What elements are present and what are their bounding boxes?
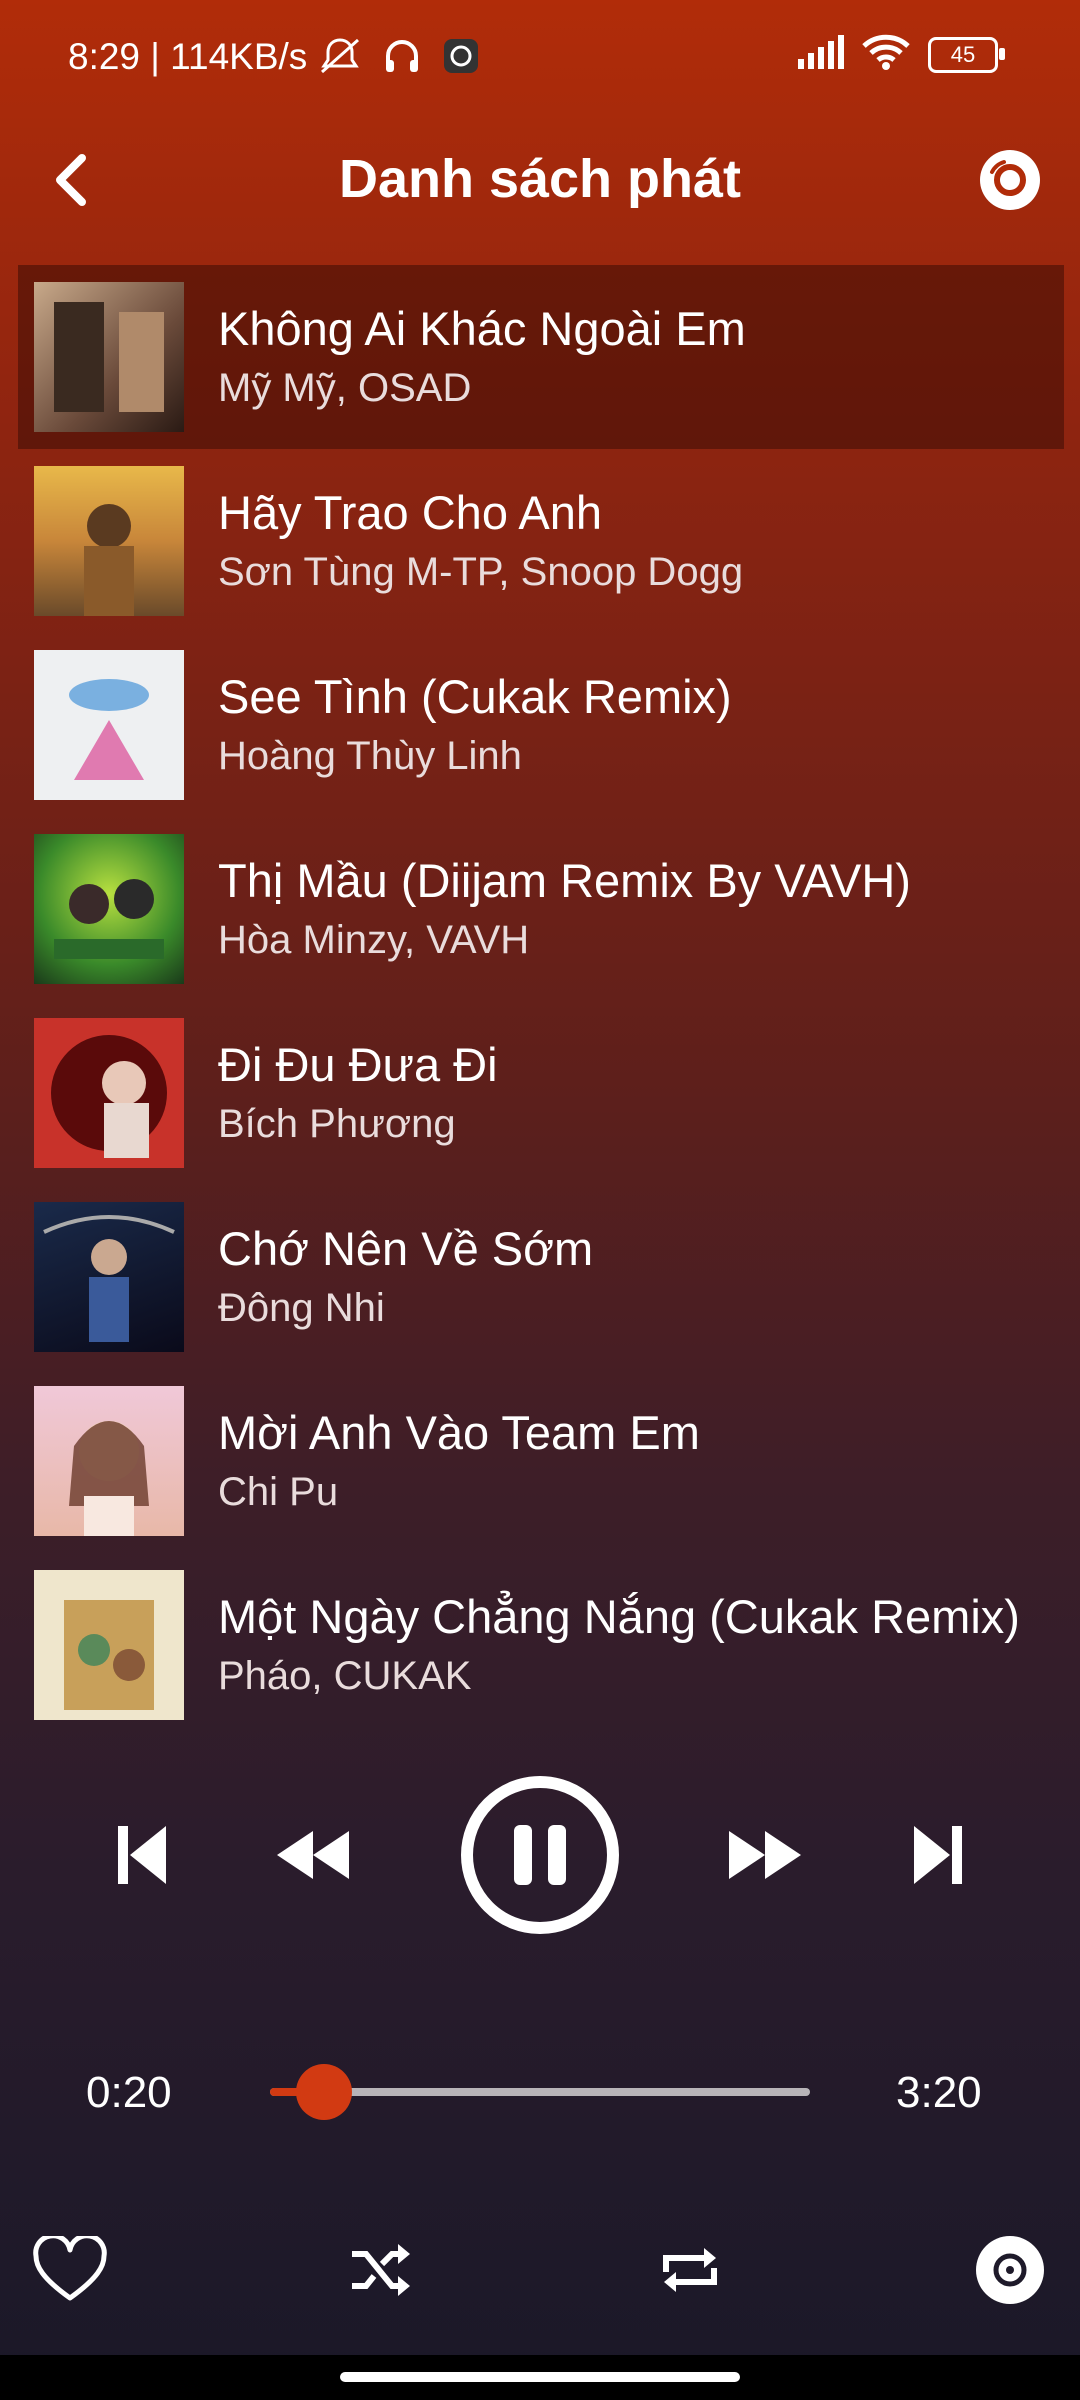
status-icons-right: 45 bbox=[796, 34, 1005, 75]
album-cover bbox=[34, 1018, 184, 1168]
song-artist: Pháo, CUKAK bbox=[218, 1654, 472, 1698]
disc-icon bbox=[980, 150, 1040, 210]
bottom-bar bbox=[0, 2220, 1080, 2330]
song-artist: Mỹ Mỹ, OSAD bbox=[218, 366, 472, 410]
album-cover bbox=[34, 650, 184, 800]
current-time: 0:20 bbox=[86, 2068, 172, 2117]
song-artist: Hoàng Thùy Linh bbox=[218, 734, 522, 778]
song-meta: Chớ Nên Về Sớm Đông Nhi bbox=[218, 1220, 593, 1334]
signal-icon bbox=[796, 35, 844, 74]
camera-icon bbox=[442, 37, 480, 80]
song-title: Chớ Nên Về Sớm bbox=[218, 1222, 594, 1275]
playlist-row[interactable]: Hãy Trao Cho Anh Sơn Tùng M-TP, Snoop Do… bbox=[18, 449, 1064, 633]
album-cover bbox=[34, 1202, 184, 1352]
repeat-icon bbox=[663, 2248, 717, 2292]
status-icons-left bbox=[318, 36, 480, 81]
fast-forward-icon bbox=[729, 1831, 801, 1879]
status-bar: 8:29 | 114KB/s 45 bbox=[0, 0, 1080, 120]
song-title: Đi Đu Đưa Đi bbox=[218, 1038, 498, 1091]
wifi-icon bbox=[862, 34, 910, 75]
album-cover bbox=[34, 1570, 184, 1720]
seek-track[interactable] bbox=[270, 2064, 810, 2120]
song-title: Không Ai Khác Ngoài Em bbox=[218, 302, 746, 355]
skip-previous-icon bbox=[118, 1826, 166, 1884]
song-meta: Đi Đu Đưa Đi Bích Phương bbox=[218, 1036, 498, 1150]
shuffle-icon bbox=[352, 2244, 410, 2296]
headphones-icon bbox=[382, 36, 422, 81]
song-meta: See Tình (Cukak Remix) Hoàng Thùy Linh bbox=[218, 668, 732, 782]
song-title: Mời Anh Vào Team Em bbox=[218, 1406, 700, 1459]
status-time: 8:29 | 114KB/s bbox=[68, 36, 308, 77]
pause-button[interactable] bbox=[460, 1775, 620, 1935]
rewind-button[interactable] bbox=[268, 1815, 358, 1895]
battery-icon: 45 bbox=[928, 36, 1005, 73]
song-title: Thị Mầu (Diijam Remix By VAVH) bbox=[218, 854, 911, 907]
rewind-icon bbox=[277, 1831, 349, 1879]
playlist-row[interactable]: See Tình (Cukak Remix) Hoàng Thùy Linh bbox=[18, 633, 1064, 817]
shuffle-button[interactable] bbox=[330, 2220, 430, 2320]
now-playing-disc-button[interactable] bbox=[970, 140, 1050, 220]
skip-previous-button[interactable] bbox=[100, 1815, 180, 1895]
heart-icon bbox=[33, 2236, 107, 2301]
playlist-row[interactable]: Không Ai Khác Ngoài Em Mỹ Mỹ, OSAD bbox=[18, 265, 1064, 449]
playlist-row[interactable]: Chớ Nên Về Sớm Đông Nhi bbox=[18, 1185, 1064, 1369]
seek-thumb[interactable] bbox=[296, 2064, 352, 2120]
playlist: Không Ai Khác Ngoài Em Mỹ Mỹ, OSAD Hãy T… bbox=[18, 265, 1064, 1737]
skip-next-icon bbox=[914, 1826, 962, 1884]
song-meta: Không Ai Khác Ngoài Em Mỹ Mỹ, OSAD bbox=[218, 300, 746, 414]
song-title: Một Ngày Chẳng Nắng (Cukak Remix) bbox=[218, 1590, 1020, 1643]
playlist-row[interactable]: Một Ngày Chẳng Nắng (Cukak Remix) Pháo, … bbox=[18, 1553, 1064, 1737]
playlist-row[interactable]: Thị Mầu (Diijam Remix By VAVH) Hòa Minzy… bbox=[18, 817, 1064, 1001]
pause-icon bbox=[461, 1776, 619, 1934]
song-artist: Sơn Tùng M-TP, Snoop Dogg bbox=[218, 550, 744, 594]
playlist-row[interactable]: Mời Anh Vào Team Em Chi Pu bbox=[18, 1369, 1064, 1553]
song-meta: Thị Mầu (Diijam Remix By VAVH) Hòa Minzy… bbox=[218, 852, 911, 966]
song-artist: Chi Pu bbox=[218, 1470, 339, 1514]
header: Danh sách phát bbox=[0, 130, 1080, 230]
now-playing-disc-button[interactable] bbox=[960, 2220, 1060, 2320]
album-cover bbox=[34, 834, 184, 984]
playback-controls bbox=[0, 1775, 1080, 1945]
disc-icon bbox=[976, 2236, 1044, 2304]
song-artist: Đông Nhi bbox=[218, 1286, 385, 1330]
total-time: 3:20 bbox=[896, 2068, 982, 2117]
song-meta: Hãy Trao Cho Anh Sơn Tùng M-TP, Snoop Do… bbox=[218, 484, 743, 598]
battery-level: 45 bbox=[950, 41, 976, 67]
song-title: Hãy Trao Cho Anh bbox=[218, 486, 603, 539]
seek-bar: 0:20 3:20 bbox=[0, 2050, 1080, 2130]
song-meta: Mời Anh Vào Team Em Chi Pu bbox=[218, 1404, 700, 1518]
repeat-button[interactable] bbox=[640, 2220, 740, 2320]
song-artist: Hòa Minzy, VAVH bbox=[218, 918, 530, 962]
favorite-button[interactable] bbox=[20, 2220, 120, 2320]
song-artist: Bích Phương bbox=[218, 1102, 456, 1146]
page-title: Danh sách phát bbox=[338, 149, 742, 209]
skip-next-button[interactable] bbox=[900, 1815, 980, 1895]
fast-forward-button[interactable] bbox=[720, 1815, 810, 1895]
playlist-row[interactable]: Đi Đu Đưa Đi Bích Phương bbox=[18, 1001, 1064, 1185]
song-title: See Tình (Cukak Remix) bbox=[218, 670, 732, 723]
album-cover bbox=[34, 1386, 184, 1536]
album-cover bbox=[34, 466, 184, 616]
home-indicator[interactable] bbox=[340, 2372, 740, 2382]
mute-icon bbox=[318, 36, 362, 81]
song-meta: Một Ngày Chẳng Nắng (Cukak Remix) Pháo, … bbox=[218, 1588, 1020, 1702]
album-cover bbox=[34, 282, 184, 432]
